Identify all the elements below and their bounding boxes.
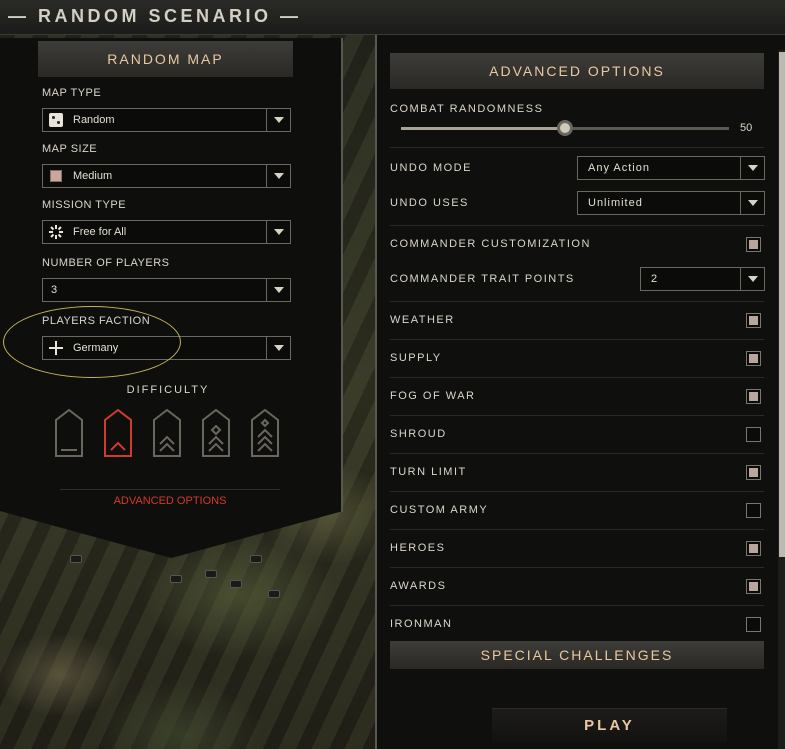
map-size-dropdown[interactable]: Medium	[42, 164, 291, 188]
title-bar: — RANDOM SCENARIO —	[0, 0, 785, 35]
commander-trait-points-value: 2	[651, 273, 659, 285]
chevron-down-icon[interactable]	[740, 268, 764, 290]
heroes-checkbox[interactable]	[746, 541, 761, 556]
advanced-options-header-text: ADVANCED OPTIONS	[489, 63, 665, 79]
combat-randomness-slider-fill	[401, 127, 565, 130]
divider	[390, 301, 764, 302]
turn-limit-checkbox[interactable]	[746, 465, 761, 480]
play-button-label: PLAY	[584, 717, 635, 734]
difficulty-level-4[interactable]	[201, 408, 231, 458]
difficulty-level-1[interactable]	[54, 408, 84, 458]
starburst-icon	[48, 224, 64, 240]
weather-checkbox[interactable]	[746, 313, 761, 328]
commander-trait-points-dropdown[interactable]: 2	[640, 267, 765, 291]
advanced-options-link[interactable]: ADVANCED OPTIONS	[0, 495, 340, 507]
turn-limit-label: TURN LIMIT	[390, 466, 467, 478]
divider	[390, 453, 764, 454]
divider	[390, 225, 764, 226]
divider	[390, 377, 764, 378]
number-of-players-dropdown[interactable]: 3	[42, 278, 291, 302]
number-of-players-label: NUMBER OF PLAYERS	[42, 257, 170, 269]
heroes-label: HEROES	[390, 542, 446, 554]
undo-uses-dropdown[interactable]: Unlimited	[577, 191, 765, 215]
die-icon	[48, 112, 64, 128]
mission-type-label: MISSION TYPE	[42, 199, 127, 211]
difficulty-level-2[interactable]	[103, 408, 133, 458]
special-challenges-header[interactable]: SPECIAL CHALLENGES	[390, 641, 764, 669]
divider	[390, 605, 764, 606]
custom-army-label: CUSTOM ARMY	[390, 504, 489, 516]
chevron-down-icon[interactable]	[266, 165, 290, 187]
undo-mode-value: Any Action	[588, 162, 650, 174]
random-map-header-text: RANDOM MAP	[107, 51, 224, 67]
chevron-down-icon[interactable]	[740, 192, 764, 214]
unit-marker	[205, 570, 217, 578]
chevron-down-icon[interactable]	[740, 157, 764, 179]
divider	[390, 491, 764, 492]
map-type-dropdown[interactable]: Random	[42, 108, 291, 132]
commander-customization-checkbox[interactable]	[746, 237, 761, 252]
divider	[390, 147, 764, 148]
shroud-label: SHROUD	[390, 428, 447, 440]
undo-uses-label: UNDO USES	[390, 197, 469, 209]
scrollbar-thumb[interactable]	[779, 52, 785, 557]
map-size-label: MAP SIZE	[42, 143, 98, 155]
weather-label: WEATHER	[390, 314, 455, 326]
difficulty-level-5[interactable]	[250, 408, 280, 458]
mission-type-dropdown[interactable]: Free for All	[42, 220, 291, 244]
highlight-ellipse	[3, 306, 181, 378]
ironman-checkbox[interactable]	[746, 617, 761, 632]
map-type-value: Random	[73, 114, 115, 126]
combat-randomness-slider-thumb[interactable]	[557, 120, 573, 136]
commander-customization-label: COMMANDER CUSTOMIZATION	[390, 238, 591, 250]
unit-marker	[268, 590, 280, 598]
divider	[390, 415, 764, 416]
chevron-down-icon[interactable]	[266, 337, 290, 359]
supply-checkbox[interactable]	[746, 351, 761, 366]
window-title-text: RANDOM SCENARIO	[38, 6, 272, 26]
combat-randomness-value: 50	[740, 122, 753, 134]
panel-border	[341, 38, 343, 512]
unit-marker	[250, 555, 262, 563]
awards-checkbox[interactable]	[746, 579, 761, 594]
number-of-players-value: 3	[51, 284, 58, 296]
chevron-down-icon[interactable]	[266, 221, 290, 243]
mission-type-value: Free for All	[73, 226, 127, 238]
fog-of-war-label: FOG OF WAR	[390, 390, 476, 402]
window-title: — RANDOM SCENARIO —	[8, 6, 302, 26]
divider	[390, 567, 764, 568]
fog-of-war-checkbox[interactable]	[746, 389, 761, 404]
commander-trait-points-label: COMMANDER TRAIT POINTS	[390, 273, 575, 285]
unit-marker	[230, 580, 242, 588]
ironman-label: IRONMAN	[390, 618, 453, 630]
unit-marker	[70, 555, 82, 563]
map-size-value: Medium	[73, 170, 113, 182]
combat-randomness-label: COMBAT RANDOMNESS	[390, 103, 544, 115]
difficulty-level-3[interactable]	[152, 408, 182, 458]
undo-uses-value: Unlimited	[588, 197, 643, 209]
divider	[390, 529, 764, 530]
difficulty-label: DIFFICULTY	[126, 384, 210, 396]
map-size-icon	[48, 168, 64, 184]
undo-mode-label: UNDO MODE	[390, 162, 472, 174]
map-type-label: MAP TYPE	[42, 87, 102, 99]
play-button[interactable]: PLAY	[492, 708, 727, 742]
divider	[60, 489, 280, 490]
supply-label: SUPPLY	[390, 352, 442, 364]
unit-marker	[170, 575, 182, 583]
chevron-down-icon[interactable]	[266, 109, 290, 131]
awards-label: AWARDS	[390, 580, 447, 592]
special-challenges-text: SPECIAL CHALLENGES	[480, 647, 674, 663]
chevron-down-icon[interactable]	[266, 279, 290, 301]
advanced-options-header: ADVANCED OPTIONS	[390, 53, 764, 89]
undo-mode-dropdown[interactable]: Any Action	[577, 156, 765, 180]
shroud-checkbox[interactable]	[746, 427, 761, 442]
random-map-header: RANDOM MAP	[38, 41, 293, 77]
divider	[390, 339, 764, 340]
custom-army-checkbox[interactable]	[746, 503, 761, 518]
